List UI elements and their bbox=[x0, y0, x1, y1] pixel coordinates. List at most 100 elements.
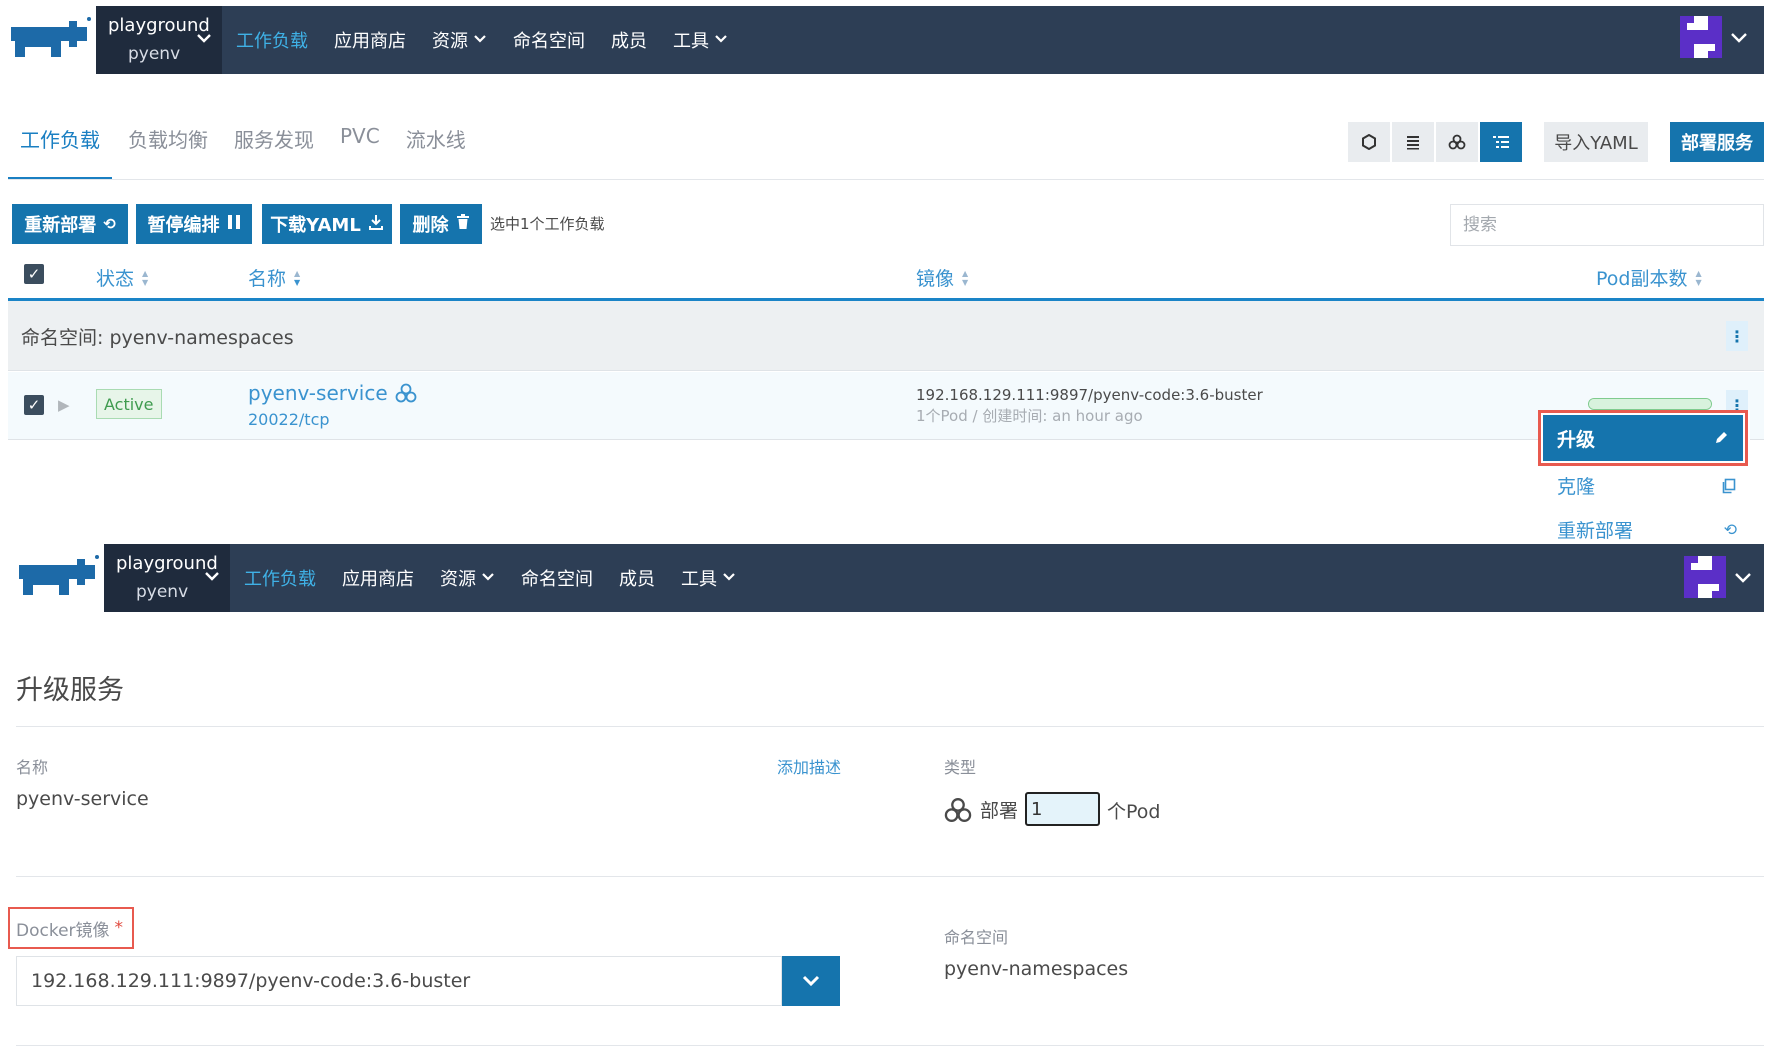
column-label: Pod副本数 bbox=[1596, 268, 1688, 290]
sort-icon: ▲ ▼ bbox=[294, 268, 301, 287]
nav-label: 命名空间 bbox=[513, 31, 585, 52]
column-label: 名称 bbox=[248, 268, 287, 290]
nav-namespaces[interactable]: 命名空间 bbox=[521, 565, 593, 591]
list-icon bbox=[1407, 136, 1419, 150]
expand-icon[interactable]: ▶ bbox=[58, 396, 70, 414]
tab-pipeline[interactable]: 流水线 bbox=[394, 124, 478, 180]
menu-clone-label: 克隆 bbox=[1557, 476, 1596, 498]
redo-icon: ⟲ bbox=[103, 215, 116, 233]
column-name[interactable]: 名称 ▲ ▼ bbox=[248, 264, 300, 291]
menu-redeploy[interactable]: 重新部署 ⟲ bbox=[1557, 516, 1737, 543]
chevron-down-icon[interactable] bbox=[1730, 28, 1748, 49]
nav-label: 工作负载 bbox=[244, 569, 316, 590]
nav-resources[interactable]: 资源 bbox=[440, 565, 495, 591]
selection-count: 选中1个工作负载 bbox=[490, 215, 605, 233]
tab-service-discovery[interactable]: 服务发现 bbox=[222, 124, 326, 180]
redeploy-label: 重新部署 bbox=[24, 215, 97, 236]
download-icon bbox=[368, 214, 384, 234]
tab-pvc[interactable]: PVC bbox=[328, 124, 392, 180]
pause-icon bbox=[227, 214, 241, 234]
cluster-project-switcher[interactable]: playground pyenv bbox=[96, 6, 222, 74]
pod-count-input[interactable] bbox=[1025, 792, 1100, 826]
docker-image-input[interactable] bbox=[16, 956, 782, 1006]
pause-orchestration-button[interactable]: 暂停编排 bbox=[136, 204, 252, 244]
nav-namespaces[interactable]: 命名空间 bbox=[513, 27, 585, 53]
nav-workloads[interactable]: 工作负载 bbox=[244, 565, 316, 591]
image-dropdown-button[interactable] bbox=[782, 956, 840, 1006]
deployment-icon bbox=[944, 797, 972, 822]
group-actions-kebab-icon[interactable]: ⋮ bbox=[1726, 321, 1748, 351]
add-description-link[interactable]: 添加描述 bbox=[777, 754, 841, 778]
user-avatar[interactable] bbox=[1680, 16, 1722, 58]
view-list-button[interactable] bbox=[1392, 122, 1434, 162]
deploy-service-button[interactable]: 部署服务 bbox=[1670, 122, 1764, 162]
sort-icon: ▲ ▼ bbox=[1695, 268, 1702, 287]
row-image: 192.168.129.111:9897/pyenv-code:3.6-bust… bbox=[916, 386, 1263, 404]
service-port-link[interactable]: 20022/tcp bbox=[248, 410, 330, 429]
name-label: 名称 bbox=[16, 758, 49, 777]
service-name-link[interactable]: pyenv-service bbox=[248, 381, 417, 405]
chevron-down-icon[interactable] bbox=[1734, 568, 1752, 589]
title-divider bbox=[16, 726, 1764, 727]
docker-image-label: Docker镜像 * bbox=[8, 907, 134, 949]
cube-icon bbox=[1362, 134, 1376, 150]
row-checkbox[interactable]: ✓ bbox=[24, 395, 44, 415]
nav-label: 应用商店 bbox=[342, 569, 414, 590]
cubes-icon bbox=[1448, 134, 1466, 150]
row-image-sub: 1个Pod / 创建时间: an hour ago bbox=[916, 407, 1143, 425]
menu-redeploy-label: 重新部署 bbox=[1557, 520, 1634, 542]
chevron-down-icon bbox=[802, 975, 820, 987]
deployment-icon bbox=[395, 383, 417, 403]
menu-clone[interactable]: 克隆 bbox=[1557, 472, 1737, 499]
redeploy-button[interactable]: 重新部署 ⟲ bbox=[12, 204, 128, 244]
view-node-button[interactable] bbox=[1348, 122, 1390, 162]
cluster-project-switcher[interactable]: playground pyenv bbox=[104, 544, 230, 612]
nav-members[interactable]: 成员 bbox=[619, 565, 655, 591]
bottom-divider bbox=[16, 1045, 1764, 1046]
namespace-label: 命名空间 bbox=[944, 928, 1009, 947]
user-avatar[interactable] bbox=[1684, 556, 1726, 598]
workload-tabs: 工作负载 负载均衡 服务发现 PVC 流水线 bbox=[8, 124, 510, 180]
tab-load-balancing[interactable]: 负载均衡 bbox=[116, 124, 220, 180]
column-pod-replicas[interactable]: Pod副本数 ▲ ▼ bbox=[1596, 264, 1702, 291]
pause-label: 暂停编排 bbox=[147, 215, 220, 236]
search-input[interactable] bbox=[1450, 204, 1764, 246]
main-nav: 工作负载 应用商店 资源 命名空间 成员 工具 bbox=[222, 6, 728, 74]
nav-members[interactable]: 成员 bbox=[611, 27, 647, 53]
nav-tools[interactable]: 工具 bbox=[681, 565, 736, 591]
nav-label: 命名空间 bbox=[521, 569, 593, 590]
nav-apps[interactable]: 应用商店 bbox=[334, 27, 406, 53]
menu-upgrade-label: 升级 bbox=[1557, 428, 1596, 451]
table-row[interactable]: ✓ ▶ Active pyenv-service 20022/tcp 192.1… bbox=[8, 372, 1764, 440]
namespace-group-row: 命名空间: pyenv-namespaces ⋮ bbox=[8, 301, 1764, 371]
view-group-button[interactable] bbox=[1436, 122, 1478, 162]
nav-tools[interactable]: 工具 bbox=[673, 27, 728, 53]
column-status[interactable]: 状态 ▲ ▼ bbox=[96, 264, 148, 291]
rancher-logo[interactable] bbox=[14, 550, 102, 602]
nav-label: 工作负载 bbox=[236, 31, 308, 52]
pencil-icon bbox=[1716, 432, 1727, 443]
delete-button[interactable]: 删除 bbox=[400, 204, 482, 244]
nav-label: 工具 bbox=[673, 31, 709, 52]
view-tree-button[interactable] bbox=[1480, 122, 1522, 162]
nav-apps[interactable]: 应用商店 bbox=[342, 565, 414, 591]
select-all-checkbox[interactable]: ✓ bbox=[24, 264, 44, 284]
nav-label: 成员 bbox=[611, 31, 647, 52]
nav-label: 资源 bbox=[432, 31, 468, 52]
download-yaml-label: 下载YAML bbox=[270, 215, 361, 236]
type-row: 部署 bbox=[944, 796, 1018, 823]
top-navbar: playground pyenv 工作负载 应用商店 资源 命名空间 成员 工具 bbox=[96, 6, 1764, 74]
download-yaml-button[interactable]: 下载YAML bbox=[262, 204, 392, 244]
nav-workloads[interactable]: 工作负载 bbox=[236, 27, 308, 53]
tab-workloads[interactable]: 工作负载 bbox=[8, 124, 112, 180]
column-image[interactable]: 镜像 ▲ ▼ bbox=[916, 264, 968, 291]
rancher-cow-icon bbox=[11, 17, 91, 57]
import-yaml-button[interactable]: 导入YAML bbox=[1544, 122, 1648, 162]
rancher-logo[interactable] bbox=[6, 12, 94, 64]
menu-upgrade[interactable]: 升级 bbox=[1538, 410, 1748, 466]
nav-resources[interactable]: 资源 bbox=[432, 27, 487, 53]
docker-image-label-text: Docker镜像 bbox=[16, 920, 110, 941]
chevron-down-icon bbox=[481, 570, 495, 586]
chevron-down-icon bbox=[722, 570, 736, 586]
chevron-down-icon bbox=[196, 28, 212, 49]
